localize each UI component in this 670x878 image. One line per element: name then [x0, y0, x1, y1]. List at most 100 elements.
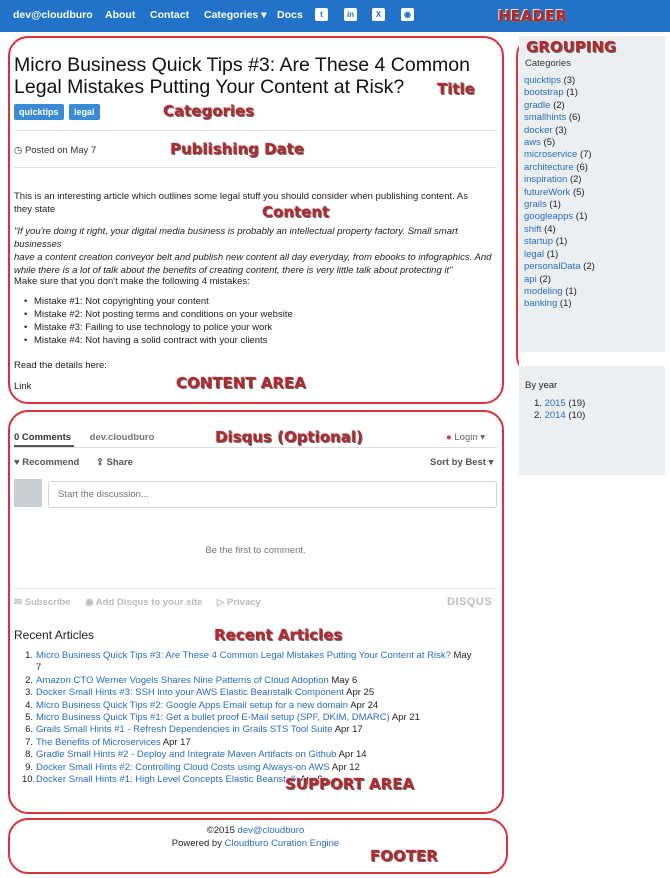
copyright-link[interactable]: dev@cloudburo	[238, 825, 305, 836]
add-disqus-link[interactable]: ◉ Add Disqus to your site	[85, 597, 202, 608]
category-link[interactable]: banking	[524, 298, 557, 309]
category-item: quicktips (3)	[524, 75, 595, 87]
article-link[interactable]: Micro Business Quick Tips #1: Get a bull…	[36, 712, 390, 723]
category-count: (2)	[553, 99, 565, 111]
category-item: api (2)	[524, 274, 595, 286]
category-link[interactable]: shift	[524, 224, 541, 235]
article-link[interactable]: Docker Small Hints #3: SSH into your AWS…	[36, 687, 344, 698]
disqus-actions: ♥ Recommend ⇪ Share	[14, 457, 133, 468]
category-link[interactable]: grails	[524, 199, 547, 210]
article-link[interactable]: Micro Business Quick Tips #2: Google App…	[36, 700, 348, 711]
disqus-brand[interactable]: DISQUS	[447, 596, 492, 608]
category-count: (1)	[549, 199, 561, 211]
article-link[interactable]: Docker Small Hints #2: Controlling Cloud…	[36, 762, 330, 773]
sort-dropdown[interactable]: Sort by Best ▾	[430, 457, 493, 468]
post-quote-line: "If you're doing it right, your digital …	[14, 226, 458, 250]
year-link[interactable]: 2015	[545, 398, 566, 409]
category-link[interactable]: futureWork	[524, 187, 570, 198]
category-link[interactable]: smallhints	[524, 112, 566, 123]
privacy-label: Privacy	[227, 597, 261, 608]
powered-link[interactable]: Cloudburo Curation Engine	[225, 838, 340, 849]
category-count: (3)	[563, 75, 576, 86]
tag-legal[interactable]: legal	[69, 104, 100, 120]
category-item: docker (3)	[524, 125, 595, 137]
article-link[interactable]: Micro Business Quick Tips #3: Are These …	[36, 650, 451, 661]
category-link[interactable]: gradle	[524, 100, 550, 111]
annotation-header: HEADER	[498, 7, 567, 25]
category-link[interactable]: aws	[524, 137, 541, 148]
add-disqus-label: Add Disqus to your site	[95, 597, 203, 608]
category-count: (1)	[566, 87, 578, 99]
nav-categories[interactable]: Categories ▾	[204, 9, 266, 21]
subscribe-link[interactable]: ✉ Subscribe	[14, 597, 71, 608]
article-link[interactable]: Amazon CTO Werner Vogels Shares Nine Pat…	[36, 675, 329, 686]
tab-comments[interactable]: 0 Comments	[14, 432, 71, 443]
divider	[14, 167, 497, 168]
category-link[interactable]: quicktips	[524, 75, 561, 86]
sort-label: Sort by Best	[430, 457, 486, 468]
category-link[interactable]: startup	[524, 236, 553, 247]
article-link[interactable]: Gradle Small Hints #2 - Deploy and Integ…	[36, 749, 336, 760]
nav-docs[interactable]: Docs	[277, 9, 303, 21]
category-count: (2)	[569, 174, 582, 186]
category-list: quicktips (3) bootstrap (1) gradle (2) smal…	[524, 75, 595, 311]
article-link[interactable]: Docker Small Hints #1: High Level Concep…	[36, 774, 298, 785]
share-button[interactable]: ⇪ Share	[96, 457, 133, 468]
list-item: Mistake #3: Failing to use technology to…	[24, 321, 293, 334]
category-link[interactable]: inspiration	[524, 174, 567, 185]
year-item: 2. 2014 (10)	[534, 410, 585, 422]
brand-link[interactable]: dev@cloudburo	[13, 9, 93, 21]
category-count: (5)	[572, 186, 585, 198]
category-link[interactable]: legal	[524, 249, 544, 260]
category-count: (1)	[559, 298, 572, 310]
category-link[interactable]: personalData	[524, 261, 581, 272]
category-link[interactable]: docker	[524, 125, 553, 136]
item-number: 8.	[25, 749, 33, 761]
category-count: (2)	[539, 273, 551, 285]
post-title: Micro Business Quick Tips #3: Are These …	[14, 54, 494, 98]
copyright-line: ©2015 dev@cloudburo	[14, 824, 497, 837]
category-link[interactable]: modeling	[524, 286, 563, 297]
privacy-link[interactable]: ▷ Privacy	[217, 597, 261, 608]
item-number: 9.	[25, 761, 33, 773]
comment-input[interactable]	[48, 481, 497, 508]
linkedin-icon[interactable]: in	[344, 8, 357, 21]
category-item: legal (1)	[524, 249, 595, 261]
nav-about[interactable]: About	[105, 9, 135, 21]
post-date-label: Posted on May 7	[24, 145, 97, 156]
category-link[interactable]: api	[524, 274, 537, 285]
divider	[14, 447, 497, 448]
twitter-icon[interactable]: t	[315, 8, 328, 21]
categories-heading: Categories	[525, 58, 571, 69]
avatar	[14, 479, 42, 507]
article-link[interactable]: Grails Small Hints #1 - Refresh Dependen…	[36, 724, 333, 735]
year-link[interactable]: 2014	[545, 410, 566, 421]
annotation-grouping: GROUPING	[526, 38, 617, 56]
category-link[interactable]: googleapps	[524, 211, 573, 222]
category-count: (2)	[583, 261, 595, 273]
github-icon[interactable]: ◉	[401, 8, 414, 21]
category-link[interactable]: bootstrap	[524, 87, 564, 98]
nav-contact[interactable]: Contact	[150, 9, 189, 21]
article-date: May 6	[331, 674, 358, 686]
category-link[interactable]: architecture	[524, 162, 574, 173]
article-date: Apr 25	[346, 687, 375, 699]
article-date-cont: 7	[36, 662, 42, 674]
article-date: Apr 21	[391, 712, 420, 724]
article-date: Apr 12	[331, 761, 360, 773]
post-title-line: Micro Business Quick Tips #3: Are These …	[14, 54, 470, 76]
category-item: aws (5)	[524, 137, 595, 149]
post-link[interactable]: Link	[14, 380, 31, 393]
category-link[interactable]: microservice	[524, 149, 577, 160]
recommend-button[interactable]: ♥ Recommend	[14, 457, 79, 468]
article-link[interactable]: The Benefits of Microservices	[36, 737, 161, 748]
item-number: 5.	[25, 712, 33, 724]
disqus-d-icon: ◉	[85, 597, 94, 608]
item-number: 1.	[25, 650, 33, 661]
xing-icon[interactable]: X	[372, 8, 385, 21]
login-button[interactable]: ● Login ▾	[446, 432, 485, 443]
tab-site[interactable]: dev.cloudburo	[90, 432, 155, 443]
year-count: (10)	[568, 410, 586, 421]
tag-quicktips[interactable]: quicktips	[14, 104, 64, 120]
subscribe-label: Subscribe	[24, 597, 71, 608]
